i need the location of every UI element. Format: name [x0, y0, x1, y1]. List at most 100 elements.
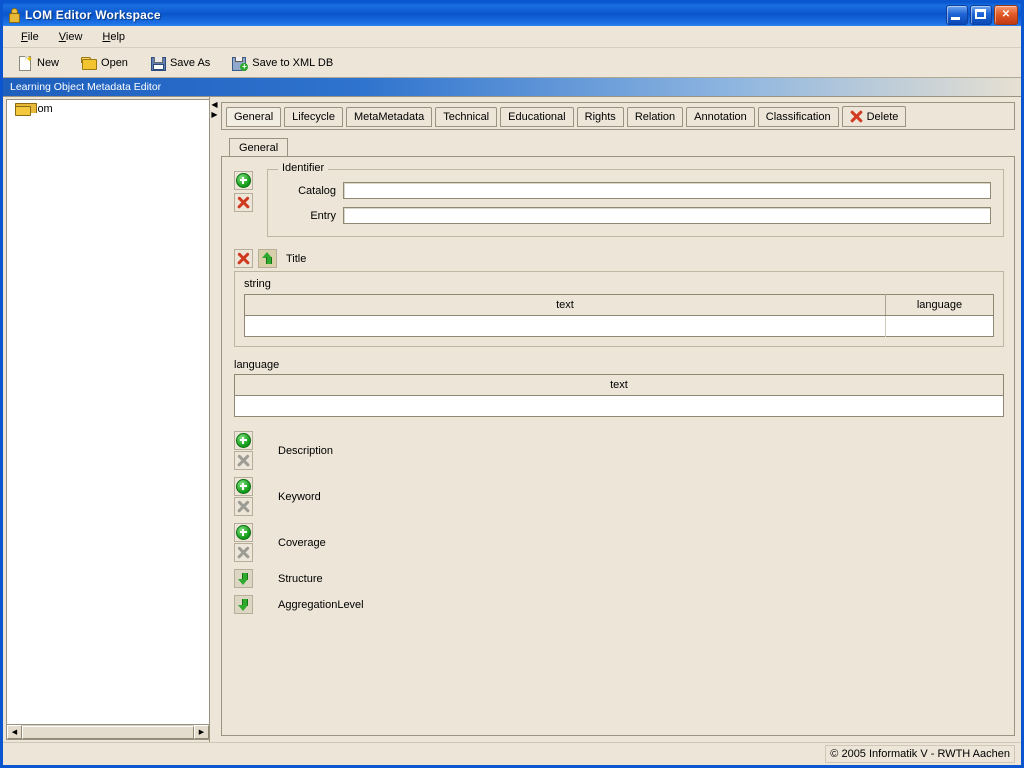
tree-horizontal-scrollbar[interactable]: ◀ ▶	[6, 725, 209, 740]
entry-input[interactable]	[343, 207, 991, 224]
add-green-plus-icon	[236, 479, 251, 494]
database-save-icon: +	[232, 55, 249, 71]
description-label: Description	[278, 444, 334, 457]
minimize-button[interactable]	[946, 5, 968, 25]
scroll-left-arrow-icon[interactable]: ◀	[7, 725, 22, 739]
menu-item-file[interactable]: File	[11, 29, 49, 45]
table-row[interactable]	[244, 315, 994, 337]
tab-relation[interactable]: Relation	[626, 107, 684, 127]
identifier-legend: Identifier	[278, 162, 329, 174]
sub-tab-strip: General	[229, 138, 1015, 157]
tab-rights-label: Rights	[584, 111, 616, 123]
language-section: language text	[234, 359, 1004, 417]
window-controls: ✕	[946, 5, 1018, 25]
tab-lifecycle[interactable]: Lifecycle	[284, 107, 343, 127]
open-folder-icon	[81, 55, 98, 71]
keyword-add-button[interactable]	[234, 477, 253, 496]
column-header-text[interactable]: text	[234, 374, 1004, 396]
catalog-input[interactable]	[343, 182, 991, 199]
title-bar: LOM Editor Workspace ✕	[3, 3, 1021, 26]
save-to-xml-db-button[interactable]: + Save to XML DB	[228, 53, 337, 73]
structure-expand-button[interactable]	[234, 569, 253, 588]
copyright-text: © 2005 Informatik V - RWTH Aachen	[825, 745, 1015, 763]
expand-down-green-arrow-icon	[237, 572, 250, 585]
subtab-general-label: General	[239, 142, 279, 154]
action-row-description: Description	[234, 431, 1004, 470]
editor-pane: General Lifecycle MetaMetadata Technical…	[219, 97, 1021, 742]
window-title: LOM Editor Workspace	[25, 7, 161, 22]
identifier-remove-button[interactable]	[234, 193, 253, 212]
collapse-left-icon[interactable]: ◀	[211, 101, 217, 109]
catalog-label: Catalog	[298, 184, 336, 197]
title-header-row: Title	[234, 249, 1004, 268]
metadata-tree[interactable]: lom	[6, 99, 209, 725]
string-group-label: string	[244, 278, 271, 290]
description-button-column	[234, 431, 253, 470]
tab-delete-label: Delete	[866, 110, 899, 123]
menu-bar: File View Help	[3, 26, 1021, 48]
new-button[interactable]: ✦ New	[13, 53, 63, 73]
menu-item-help[interactable]: Help	[92, 29, 135, 45]
move-up-green-arrow-icon	[261, 252, 274, 265]
tree-item-lom[interactable]: lom	[7, 100, 209, 116]
coverage-add-button[interactable]	[234, 523, 253, 542]
scrollbar-thumb[interactable]	[22, 726, 194, 739]
tab-metametadata[interactable]: MetaMetadata	[345, 107, 433, 127]
cell-text[interactable]	[244, 315, 886, 337]
tab-general[interactable]: General	[226, 107, 282, 127]
category-tab-strip: General Lifecycle MetaMetadata Technical…	[221, 102, 1015, 130]
maximize-button[interactable]	[970, 5, 992, 25]
table-header-row: text language	[244, 294, 994, 316]
scrollbar-track[interactable]	[22, 725, 194, 739]
tab-relation-label: Relation	[634, 111, 676, 123]
tab-technical[interactable]: Technical	[435, 107, 498, 127]
app-banner: Learning Object Metadata Editor	[3, 78, 1021, 97]
title-label: Title	[286, 252, 307, 265]
main-body: lom ◀ ▶ ◀ ▶ General Lifecycle MetaMetada…	[3, 97, 1021, 742]
coverage-label: Coverage	[278, 536, 326, 549]
title-string-table[interactable]: text language	[244, 294, 994, 337]
tab-delete[interactable]: Delete	[841, 106, 907, 127]
description-add-button[interactable]	[234, 431, 253, 450]
cell-language[interactable]	[885, 315, 994, 337]
expand-down-green-arrow-icon	[237, 598, 250, 611]
remove-grey-x-icon	[236, 500, 251, 514]
structure-button-column	[234, 569, 253, 588]
subtab-general[interactable]: General	[229, 138, 289, 157]
tab-educational[interactable]: Educational	[500, 107, 574, 127]
table-row[interactable]	[234, 395, 1004, 417]
new-document-icon: ✦	[17, 54, 33, 71]
menu-item-help-rest: elp	[110, 30, 126, 43]
keyword-remove-button	[234, 497, 253, 516]
tab-classification-label: Classification	[765, 111, 831, 123]
aggregationlevel-label: AggregationLevel	[278, 598, 364, 611]
keyword-button-column	[234, 477, 253, 516]
split-pane-divider[interactable]: ◀ ▶	[209, 97, 219, 742]
scroll-right-arrow-icon[interactable]: ▶	[194, 725, 209, 739]
action-row-structure: Structure	[234, 569, 1004, 588]
save-as-button[interactable]: Save As	[146, 53, 214, 73]
menu-item-file-rest: ile	[27, 30, 39, 43]
cell-text[interactable]	[234, 395, 1004, 417]
add-green-plus-icon	[236, 173, 251, 188]
tab-rights[interactable]: Rights	[576, 107, 624, 127]
language-table[interactable]: text	[234, 374, 1004, 417]
remove-red-x-icon	[236, 252, 251, 266]
aggregationlevel-expand-button[interactable]	[234, 595, 253, 614]
title-move-up-button[interactable]	[258, 249, 277, 268]
close-button[interactable]: ✕	[994, 5, 1018, 25]
coverage-remove-button	[234, 543, 253, 562]
aggregationlevel-button-column	[234, 595, 253, 614]
action-row-keyword: Keyword	[234, 477, 1004, 516]
collapse-right-icon[interactable]: ▶	[211, 111, 217, 119]
tab-annotation[interactable]: Annotation	[686, 107, 755, 127]
menu-item-view[interactable]: View	[49, 29, 93, 45]
column-header-language[interactable]: language	[885, 294, 994, 316]
title-remove-button[interactable]	[234, 249, 253, 268]
open-button[interactable]: Open	[77, 53, 132, 73]
entry-label: Entry	[310, 209, 336, 222]
column-header-text[interactable]: text	[244, 294, 886, 316]
identifier-add-button[interactable]	[234, 171, 253, 190]
tab-classification[interactable]: Classification	[757, 107, 839, 127]
toolbar: ✦ New Open Save As + Save to XML DB	[3, 48, 1021, 78]
